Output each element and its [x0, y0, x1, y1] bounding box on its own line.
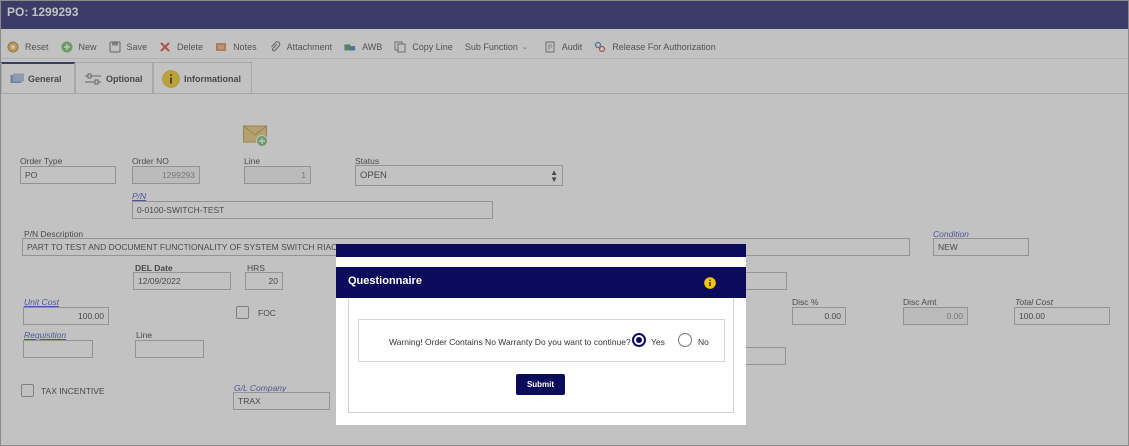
po-window: PO: 1299293 Reset New Save Delete Notes …	[0, 0, 1129, 446]
no-label: No	[698, 337, 709, 347]
modal-top-bar	[336, 244, 746, 257]
question-text: Warning! Order Contains No Warranty Do y…	[389, 337, 631, 347]
submit-button[interactable]: Submit	[516, 374, 565, 395]
yes-label: Yes	[651, 337, 665, 347]
dialog-header: Questionnaire	[336, 267, 746, 298]
dialog-info-icon[interactable]	[704, 277, 716, 292]
yes-radio[interactable]	[632, 333, 646, 347]
questionnaire-dialog: Questionnaire Warning! Order Contains No…	[336, 257, 746, 425]
dialog-title: Questionnaire	[348, 275, 422, 287]
no-radio[interactable]	[678, 333, 692, 347]
